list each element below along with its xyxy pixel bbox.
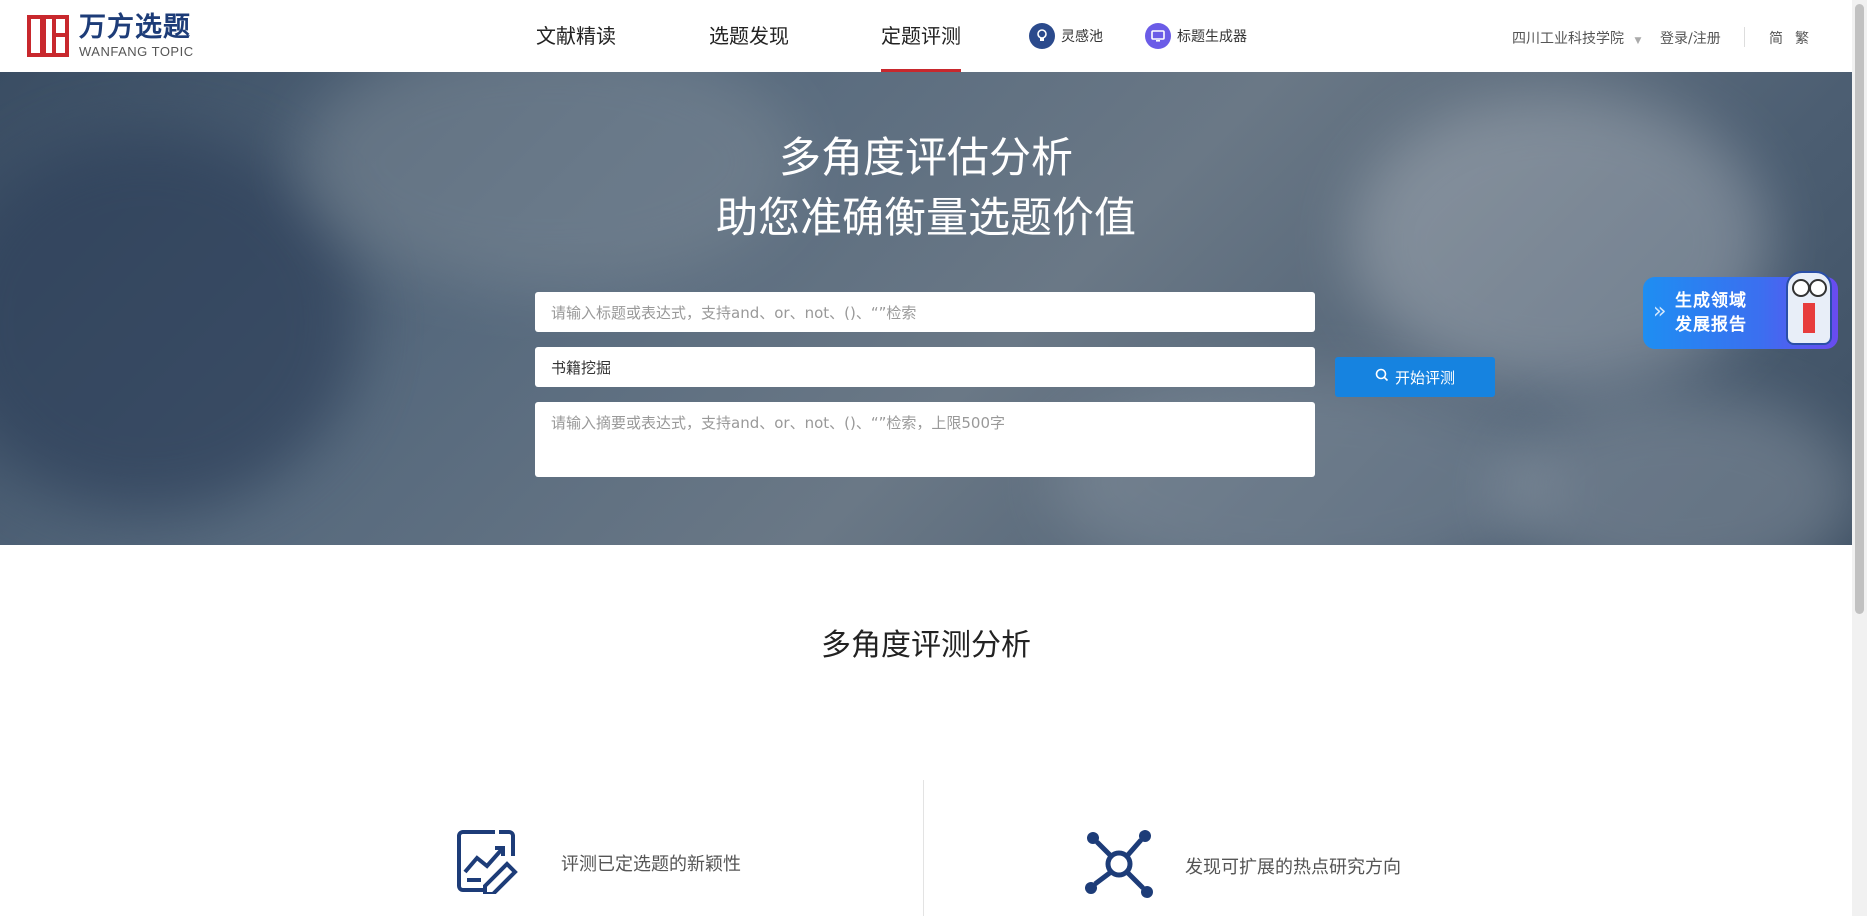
lang-simplified-button[interactable]: 简	[1769, 28, 1783, 48]
title-search-placeholder: 请输入标题或表达式，支持and、or、not、()、“”检索	[551, 303, 917, 322]
report-badge-line2: 发展报告	[1675, 315, 1747, 335]
search-icon	[1375, 368, 1389, 386]
hero-title-line2: 助您准确衡量选题价值	[715, 193, 1136, 242]
title-search-input[interactable]: 请输入标题或表达式，支持and、or、not、()、“”检索	[535, 292, 1315, 332]
lightbulb-icon	[1029, 23, 1055, 49]
hero-banner: 多角度评估分析 助您准确衡量选题价值 请输入标题或表达式，支持and、or、no…	[0, 72, 1852, 545]
logo-mark-icon	[27, 15, 69, 57]
network-icon	[1083, 828, 1155, 904]
start-evaluation-label: 开始评测	[1394, 368, 1455, 387]
logo-subtitle: WANFANG TOPIC	[79, 44, 194, 59]
chart-edit-icon	[455, 828, 521, 898]
nav-tool-label: 标题生成器	[1177, 29, 1247, 45]
nav-item-topic-discovery[interactable]: 选题发现	[709, 0, 789, 72]
page-scrollbar[interactable]	[1852, 0, 1867, 916]
abstract-placeholder: 请输入摘要或表达式，支持and、or、not、()、“”检索，上限500字	[551, 414, 1006, 432]
header-divider	[1744, 27, 1745, 47]
caret-down-icon: ▼	[1634, 36, 1642, 46]
lang-traditional-button[interactable]: 繁	[1795, 28, 1809, 48]
monitor-icon	[1145, 23, 1171, 49]
login-register-link[interactable]: 登录/注册	[1660, 28, 1721, 48]
abstract-textarea[interactable]: 请输入摘要或表达式，支持and、or、not、()、“”检索，上限500字	[535, 402, 1315, 477]
nav-tool-title-generator[interactable]: 标题生成器	[1145, 22, 1247, 50]
scrollbar-thumb[interactable]	[1855, 4, 1864, 614]
feature-divider	[923, 780, 924, 916]
feature-novelty-label: 评测已定选题的新颖性	[561, 854, 741, 875]
mascot-icon	[1786, 271, 1832, 345]
keyword-input-value: 书籍挖掘	[551, 358, 612, 377]
hero-title-line1: 多角度评估分析	[778, 133, 1073, 182]
institution-name: 四川工业科技学院	[1512, 31, 1624, 47]
top-header: 万方选题 WANFANG TOPIC 文献精读 选题发现 定题评测 灵感池 标题…	[0, 0, 1852, 73]
logo-title: 万方选题	[79, 12, 191, 43]
feature-hotspot: 发现可扩展的热点研究方向	[1083, 828, 1401, 904]
start-evaluation-button[interactable]: 开始评测	[1335, 357, 1495, 397]
nav-item-literature-reading[interactable]: 文献精读	[536, 0, 616, 72]
section-title: 多角度评测分析	[821, 628, 1031, 663]
institution-selector[interactable]: 四川工业科技学院 ▼	[1512, 28, 1641, 48]
double-chevron-right-icon: »	[1653, 299, 1667, 324]
feature-novelty: 评测已定选题的新颖性	[455, 828, 741, 898]
feature-hotspot-label: 发现可扩展的热点研究方向	[1185, 857, 1401, 878]
nav-tool-label: 灵感池	[1061, 29, 1103, 45]
report-badge-line1: 生成领域	[1675, 291, 1747, 311]
nav-tool-inspiration-pool[interactable]: 灵感池	[1029, 22, 1103, 50]
nav-item-topic-evaluation[interactable]: 定题评测	[881, 0, 961, 72]
logo[interactable]: 万方选题 WANFANG TOPIC	[27, 13, 194, 59]
keyword-input[interactable]: 书籍挖掘	[535, 347, 1315, 387]
generate-report-badge[interactable]: » 生成领域 发展报告	[1643, 271, 1838, 349]
